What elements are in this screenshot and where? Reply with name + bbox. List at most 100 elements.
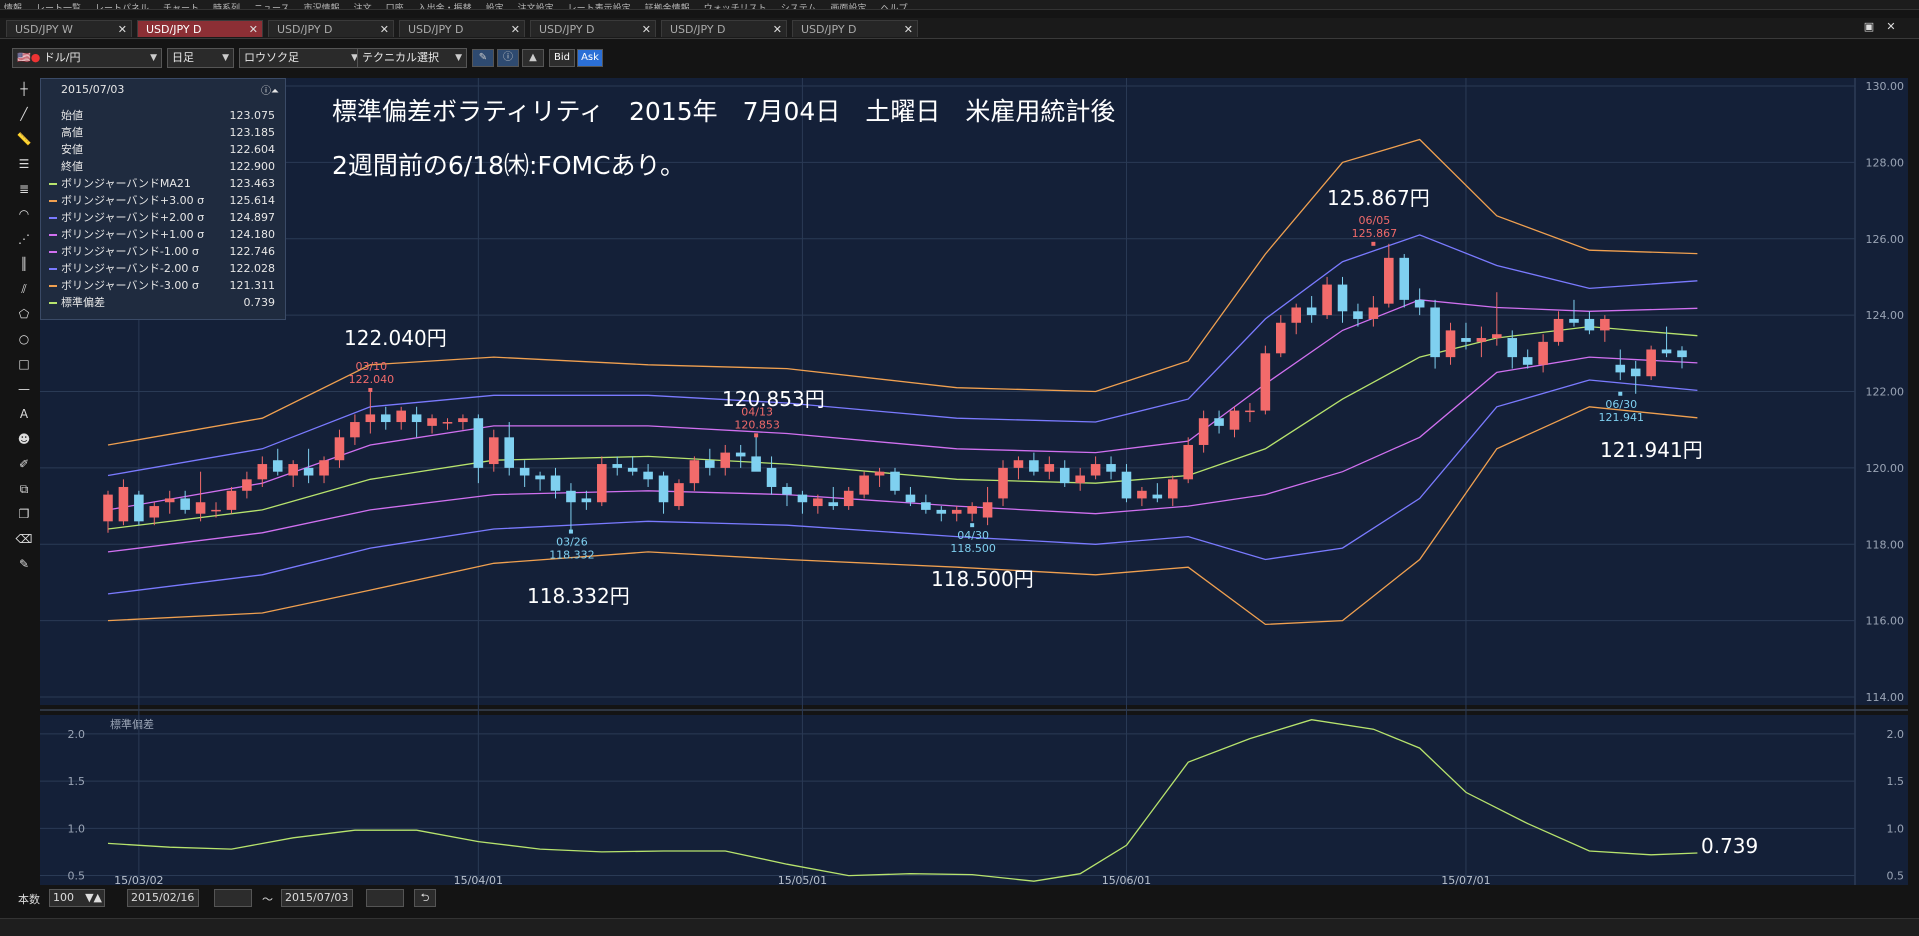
candle-body: [1569, 318, 1579, 323]
horizontal-line-icon[interactable]: —: [14, 378, 34, 400]
info-row: ボリンジャーバンド+1.00 σ 124.180: [49, 227, 275, 243]
price-tick-label: 116.00: [1866, 615, 1905, 628]
text-icon[interactable]: A: [14, 403, 34, 425]
fan-icon[interactable]: ⋰: [14, 228, 34, 250]
candle-body: [1337, 284, 1348, 312]
to-date-value: 2015/07/03: [285, 891, 349, 904]
to-date-field[interactable]: 2015/07/03: [281, 889, 353, 907]
technical-select[interactable]: テクニカル選択 ▼: [357, 48, 467, 68]
candle-body: [597, 464, 607, 503]
eraser-icon[interactable]: ⌫: [14, 528, 34, 550]
candle-body: [1075, 475, 1085, 484]
sd-tick-label: 0.5: [1887, 870, 1905, 883]
currency-pair-select[interactable]: 🇺🇸● ドル/円 ▼: [12, 48, 162, 68]
candle-body: [1630, 368, 1641, 377]
ruler-icon[interactable]: 📏: [14, 128, 34, 150]
series-swatch: [49, 234, 57, 236]
annotation-trough2: 118.500円: [931, 567, 1034, 591]
sd-tick-label-left: 2.0: [68, 728, 86, 741]
candle-body: [1198, 418, 1209, 445]
candle-body: [735, 452, 746, 457]
pentagon-icon[interactable]: ⬠: [14, 303, 34, 325]
info-collapse-icon[interactable]: ⓘ⏶: [261, 82, 279, 97]
x-tick-label: 15/03/02: [114, 874, 163, 887]
count-field[interactable]: 100 ▼▲: [49, 889, 105, 907]
price-tick-label: 124.00: [1866, 309, 1905, 322]
annotation-title-line1: 標準偏差ボラティリティ 2015年 7月04日 土曜日 米雇用統計後: [332, 97, 1116, 126]
info-label: ボリンジャーバンド+2.00 σ: [61, 211, 205, 224]
pencil-icon[interactable]: ✎: [472, 49, 494, 67]
info-value: 124.897: [229, 211, 276, 224]
timeframe-label: 日足: [172, 51, 194, 64]
candle-body: [380, 414, 391, 423]
info-icon[interactable]: ⓘ: [497, 49, 519, 67]
candle-body: [272, 460, 283, 472]
chevron-down-icon: ▼: [222, 53, 229, 63]
currency-pair-label: ドル/円: [43, 51, 81, 64]
circle-icon[interactable]: ○: [14, 328, 34, 350]
rectangle-icon[interactable]: □: [14, 353, 34, 375]
flag-icon: 🇺🇸●: [17, 51, 41, 64]
chart-style-select[interactable]: ロウソク足 ▼: [239, 48, 363, 68]
count-label: 本数: [18, 893, 40, 906]
candle-body: [442, 422, 453, 424]
chart-style-label: ロウソク足: [244, 51, 299, 64]
from-date-value: 2015/02/16: [131, 891, 195, 904]
series-swatch: [49, 183, 57, 185]
candle-body: [1291, 307, 1301, 323]
candle-body: [504, 437, 514, 468]
chart-canvas[interactable]: 130.00 128.00 126.00 124.00 122.00 120.00 118.…: [0, 0, 1919, 935]
candle-body: [103, 494, 113, 522]
info-row: ボリンジャーバンド+2.00 σ 124.897: [49, 210, 275, 226]
bid-button[interactable]: Bid: [549, 49, 575, 67]
candle-body: [365, 414, 376, 423]
timeframe-select[interactable]: 日足 ▼: [167, 48, 234, 68]
from-time-field[interactable]: [214, 889, 252, 907]
pitchfork-icon[interactable]: ⫽: [14, 278, 34, 300]
chevron-down-icon: ▼: [455, 53, 462, 63]
candle-body: [1353, 311, 1363, 319]
marker-value-label: 125.867: [1352, 227, 1398, 240]
vertical-lines-icon[interactable]: ║: [14, 253, 34, 275]
crosshair-icon[interactable]: ┼: [14, 78, 34, 100]
marker-date-label: 06/30: [1605, 398, 1637, 411]
trendline-icon[interactable]: ╱: [14, 103, 34, 125]
info-label: ボリンジャーバンド-1.00 σ: [61, 245, 199, 258]
series-swatch: [49, 251, 57, 253]
candle-body: [1013, 460, 1024, 468]
candle-body: [843, 490, 854, 507]
candle-body: [411, 414, 422, 423]
fibonacci-icon[interactable]: ≣: [14, 178, 34, 200]
candle-body: [890, 471, 900, 491]
info-value: 0.739: [243, 296, 276, 309]
candle-body: [1492, 334, 1502, 339]
candle-body: [350, 422, 360, 438]
candle-body: [458, 418, 468, 423]
edit-icon[interactable]: ✎: [14, 553, 34, 575]
from-date-field[interactable]: 2015/02/16: [127, 889, 199, 907]
to-time-field[interactable]: [366, 889, 404, 907]
candle-body: [1183, 444, 1193, 480]
stepper-arrows-icon[interactable]: ▼▲: [85, 890, 102, 906]
price-tick-label: 126.00: [1866, 233, 1905, 246]
clone-icon[interactable]: ❐: [14, 503, 34, 525]
candle-body: [859, 475, 869, 495]
smiley-icon[interactable]: ☻: [14, 428, 34, 450]
drawing-toolbar: ┼ ╱ 📏 ☰ ≣ ◠ ⋰ ║ ⫽ ⬠ ○ □ — A ☻ ✐ ⧉ ❐ ⌫ ✎: [12, 78, 36, 584]
x-tick-label: 15/07/01: [1441, 874, 1490, 887]
area-chart-icon[interactable]: ▲: [522, 49, 544, 67]
refresh-icon[interactable]: ⮌: [414, 889, 436, 907]
annotation-trough1: 118.332円: [527, 584, 630, 608]
price-tick-label: 122.00: [1866, 386, 1905, 399]
copy-icon[interactable]: ⧉: [14, 478, 34, 500]
ask-button[interactable]: Ask: [577, 49, 603, 67]
candle-body: [1368, 307, 1379, 319]
extreme-marker: [368, 387, 373, 392]
sd-tick-label-left: 0.5: [68, 870, 86, 883]
brush-icon[interactable]: ✐: [14, 453, 34, 475]
candle-body: [180, 498, 190, 510]
horizontal-lines-icon[interactable]: ☰: [14, 153, 34, 175]
candle-body: [1399, 257, 1410, 300]
candle-body: [1322, 284, 1332, 316]
arc-icon[interactable]: ◠: [14, 203, 34, 225]
